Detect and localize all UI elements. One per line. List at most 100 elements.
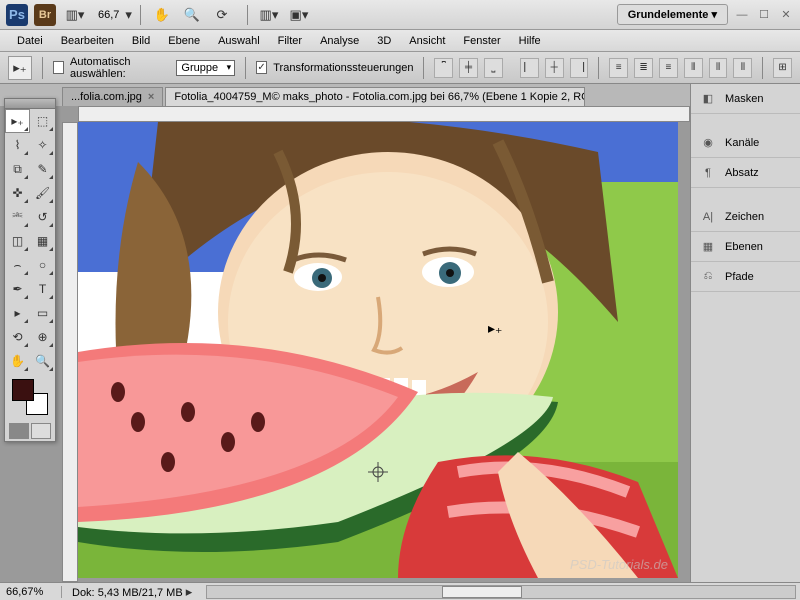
canvas-viewport[interactable]: PSD-Tutorials.de ▸₊ xyxy=(78,122,690,582)
menu-datei[interactable]: Datei xyxy=(8,32,52,50)
panel-icon: ¶ xyxy=(699,165,717,181)
align-right-edges-icon[interactable]: ⎹ xyxy=(570,58,589,78)
main-menubar: Datei Bearbeiten Bild Ebene Auswahl Filt… xyxy=(0,30,800,52)
menu-3d[interactable]: 3D xyxy=(368,32,400,50)
panel-icon: A| xyxy=(699,209,717,225)
bridge-app-icon[interactable]: Br xyxy=(34,4,56,26)
document-tab-inactive[interactable]: ...folia.com.jpg × xyxy=(62,87,163,106)
move-tool[interactable]: ▸₊ xyxy=(5,109,30,133)
distribute-top-icon[interactable]: ≡ xyxy=(609,58,628,78)
foreground-color-swatch[interactable] xyxy=(12,379,34,401)
hand-tool-shortcut-icon[interactable]: ✋ xyxy=(149,4,175,26)
document-tab-active[interactable]: Fotolia_4004759_M© maks_photo - Fotolia.… xyxy=(165,87,585,106)
panel-kanäle[interactable]: ◉Kanäle xyxy=(691,128,800,158)
panel-pfade[interactable]: ⎌Pfade xyxy=(691,262,800,292)
menu-filter[interactable]: Filter xyxy=(269,32,311,50)
panel-masken[interactable]: ◧Masken xyxy=(691,84,800,114)
auto-select-label: Automatisch auswählen: xyxy=(70,56,170,80)
menu-auswahl[interactable]: Auswahl xyxy=(209,32,269,50)
divider xyxy=(245,57,246,79)
tools-panel-grip[interactable] xyxy=(5,99,55,109)
status-doc-info[interactable]: Dok: 5,43 MB/21,7 MB ▸ xyxy=(62,584,202,600)
auto-select-target-dropdown[interactable]: Gruppe xyxy=(176,60,235,76)
distribute-left-icon[interactable]: ⦀ xyxy=(684,58,703,78)
titlebar-zoom-readout[interactable]: 66,7 xyxy=(92,9,125,21)
zoom-dropdown-icon[interactable]: ▾ xyxy=(125,7,132,23)
brush-tool[interactable]: 🖌 xyxy=(30,181,55,205)
vertical-ruler[interactable] xyxy=(62,122,78,582)
current-tool-indicator[interactable]: ▸₊ xyxy=(8,56,32,80)
distribute-bottom-icon[interactable]: ≡ xyxy=(659,58,678,78)
panel-label: Masken xyxy=(725,93,764,105)
divider xyxy=(423,57,424,79)
screen-mode-icon[interactable]: ▣▾ xyxy=(286,4,312,26)
spot-healing-tool[interactable]: ✜ xyxy=(5,181,30,205)
transform-controls-checkbox[interactable]: ✓ xyxy=(256,61,267,74)
tab-close-icon[interactable]: × xyxy=(148,91,154,103)
eyedropper-tool[interactable]: ✎ xyxy=(30,157,55,181)
eraser-tool[interactable]: ◫ xyxy=(5,229,30,253)
align-top-edges-icon[interactable]: ⎴ xyxy=(434,58,453,78)
zoom-tool-shortcut-icon[interactable]: 🔍 xyxy=(179,4,205,26)
rectangle-tool[interactable]: ▭ xyxy=(30,301,55,325)
panel-zeichen[interactable]: A|Zeichen xyxy=(691,202,800,232)
menu-fenster[interactable]: Fenster xyxy=(454,32,509,50)
lasso-tool[interactable]: ⌇ xyxy=(5,133,30,157)
distribute-vertical-icon[interactable]: ≣ xyxy=(634,58,653,78)
zoom-tool[interactable]: 🔍 xyxy=(30,349,55,373)
panel-absatz[interactable]: ¶Absatz xyxy=(691,158,800,188)
scrollbar-thumb[interactable] xyxy=(442,586,522,598)
crop-tool[interactable]: ⧉ xyxy=(5,157,30,181)
align-horizontal-centers-icon[interactable]: ┼ xyxy=(545,58,564,78)
panel-ebenen[interactable]: ▦Ebenen xyxy=(691,232,800,262)
rotate-view-shortcut-icon[interactable]: ⟳ xyxy=(209,4,235,26)
history-brush-tool[interactable]: ↺ xyxy=(30,205,55,229)
close-icon[interactable]: ✕ xyxy=(778,7,794,23)
workspace-switcher-button[interactable]: Grundelemente ▾ xyxy=(617,4,728,25)
status-zoom-field[interactable]: 66,67% xyxy=(0,586,62,598)
align-left-edges-icon[interactable]: ⎸ xyxy=(520,58,539,78)
pen-tool[interactable]: ✒ xyxy=(5,277,30,301)
menu-ebene[interactable]: Ebene xyxy=(159,32,209,50)
auto-align-layers-icon[interactable]: ⊞ xyxy=(773,58,792,78)
hand-tool[interactable]: ✋ xyxy=(5,349,30,373)
divider xyxy=(247,5,248,25)
photoshop-app-icon[interactable]: Ps xyxy=(6,4,28,26)
magic-wand-tool[interactable]: ✧ xyxy=(30,133,55,157)
menu-bearbeiten[interactable]: Bearbeiten xyxy=(52,32,123,50)
3d-rotate-tool[interactable]: ⟲ xyxy=(5,325,30,349)
3d-orbit-tool[interactable]: ⊕ xyxy=(30,325,55,349)
menu-bild[interactable]: Bild xyxy=(123,32,159,50)
dodge-tool[interactable]: ○ xyxy=(30,253,55,277)
standard-mode-button[interactable] xyxy=(9,423,29,439)
blur-tool[interactable]: ⌢ xyxy=(5,253,30,277)
divider xyxy=(598,57,599,79)
menu-ansicht[interactable]: Ansicht xyxy=(400,32,454,50)
maximize-icon[interactable]: ☐ xyxy=(756,7,772,23)
clone-stamp-tool[interactable]: ⎃ xyxy=(5,205,30,229)
align-vertical-centers-icon[interactable]: ╪ xyxy=(459,58,478,78)
gradient-tool[interactable]: ▦ xyxy=(30,229,55,253)
distribute-right-icon[interactable]: ⦀ xyxy=(733,58,752,78)
menu-hilfe[interactable]: Hilfe xyxy=(510,32,550,50)
tab-label: ...folia.com.jpg xyxy=(71,91,142,103)
arrange-documents-icon[interactable]: ▥▾ xyxy=(256,4,282,26)
doc-info-dropdown-icon[interactable]: ▸ xyxy=(186,584,193,599)
type-tool[interactable]: T xyxy=(30,277,55,301)
path-selection-tool[interactable]: ▸ xyxy=(5,301,30,325)
minimize-icon[interactable]: — xyxy=(734,7,750,23)
auto-select-checkbox[interactable] xyxy=(53,61,64,74)
horizontal-ruler[interactable] xyxy=(78,106,690,122)
rectangular-marquee-tool[interactable]: ⬚ xyxy=(30,109,55,133)
distribute-horizontal-icon[interactable]: ⦀ xyxy=(709,58,728,78)
layout-dropdown-icon[interactable]: ▥▾ xyxy=(62,4,88,26)
doc-size-value: 5,43 MB/21,7 MB xyxy=(98,587,183,599)
tools-panel: ▸₊⬚⌇✧⧉✎✜🖌⎃↺◫▦⌢○✒T▸▭⟲⊕✋🔍 xyxy=(4,98,56,442)
horizontal-scrollbar[interactable] xyxy=(206,585,796,599)
tab-label: Fotolia_4004759_M© maks_photo - Fotolia.… xyxy=(174,91,585,103)
align-bottom-edges-icon[interactable]: ⎵ xyxy=(484,58,503,78)
quick-mask-mode-button[interactable] xyxy=(31,423,51,439)
document-canvas[interactable]: PSD-Tutorials.de xyxy=(78,122,678,578)
panel-label: Pfade xyxy=(725,271,754,283)
menu-analyse[interactable]: Analyse xyxy=(311,32,368,50)
